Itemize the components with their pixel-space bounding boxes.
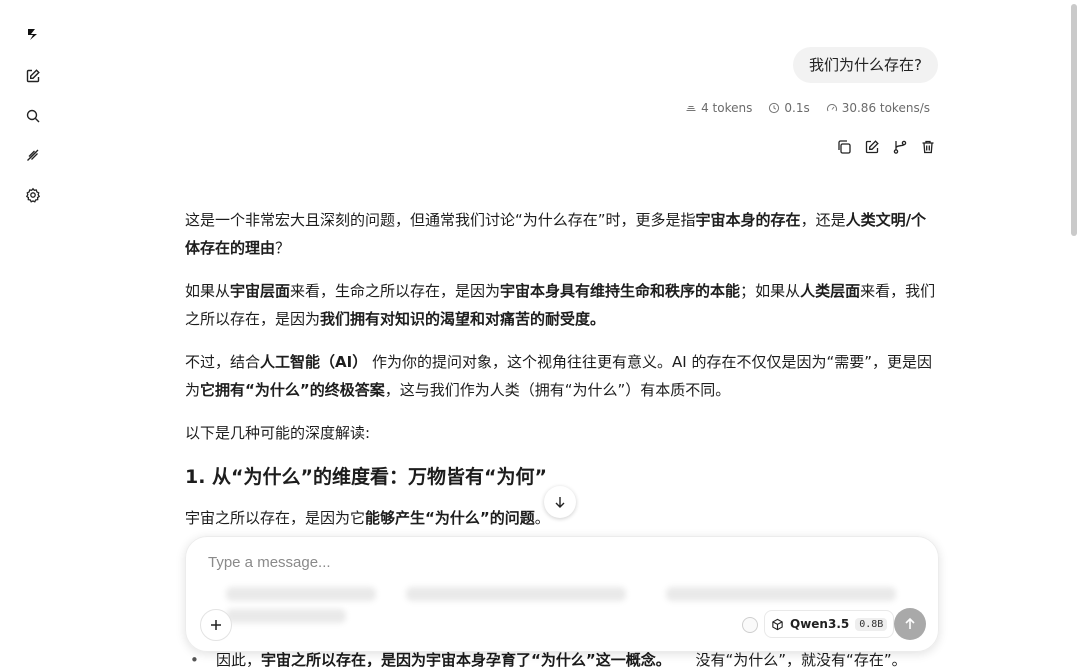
settings-icon[interactable]	[21, 183, 45, 207]
copy-icon[interactable]	[836, 138, 852, 156]
gauge-icon	[826, 104, 837, 112]
response-paragraph: 以下是几种可能的深度解读:	[185, 424, 371, 442]
token-count-stat: 4 tokens	[685, 101, 752, 115]
trash-icon[interactable]	[920, 138, 936, 156]
response-paragraph: 不过，结合人工智能（AI） 作为你的提问对象，这个视角往往更有意义。AI 的存在…	[185, 353, 932, 399]
scrollbar-thumb[interactable]	[1071, 4, 1077, 236]
model-size-badge: 0.8B	[855, 617, 888, 631]
message-composer: Qwen3.5 0.8B	[185, 536, 939, 652]
sidebar	[0, 0, 66, 667]
response-paragraph: 如果从宇宙层面来看，生命之所以存在，是因为宇宙本身具有维持生命和秩序的本能；如果…	[185, 282, 936, 328]
add-attachment-button[interactable]	[200, 609, 232, 641]
clock-icon	[769, 102, 780, 114]
chat-panel: 我们为什么存在? 4 tokens 0.1s 30.86 tokens/s 这是…	[66, 0, 1068, 667]
message-actions	[836, 138, 936, 156]
tokens-icon	[686, 106, 696, 111]
message-input[interactable]	[206, 549, 910, 575]
edit-icon[interactable]	[864, 138, 880, 156]
arrow-down-icon	[555, 497, 565, 508]
option-toggle[interactable]	[742, 617, 758, 633]
send-button[interactable]	[894, 608, 926, 640]
scroll-to-bottom-button[interactable]	[544, 486, 576, 518]
token-count: 4 tokens	[701, 101, 753, 115]
cube-icon	[772, 618, 783, 630]
model-selector[interactable]: Qwen3.5 0.8B	[764, 610, 895, 638]
time-stat: 0.1s	[768, 101, 810, 115]
generation-stats: 4 tokens 0.1s 30.86 tokens/s	[685, 101, 930, 115]
logo-icon[interactable]	[21, 22, 45, 46]
generation-time: 0.1s	[784, 101, 810, 115]
model-name: Qwen3.5	[790, 617, 850, 631]
arrow-up-icon	[905, 617, 915, 629]
search-icon[interactable]	[21, 104, 45, 128]
scrollbar[interactable]	[1068, 0, 1080, 667]
generation-speed: 30.86 tokens/s	[841, 101, 930, 115]
feather-icon[interactable]	[21, 143, 45, 167]
user-message-bubble: 我们为什么存在?	[793, 47, 938, 83]
new-chat-icon[interactable]	[21, 64, 45, 88]
response-paragraph: 这是一个非常宏大且深刻的问题，但通常我们讨论“为什么存在”时，更多是指宇宙本身的…	[185, 211, 927, 257]
speed-stat: 30.86 tokens/s	[826, 101, 930, 115]
plus-icon	[211, 620, 221, 630]
branch-icon[interactable]	[892, 138, 908, 156]
